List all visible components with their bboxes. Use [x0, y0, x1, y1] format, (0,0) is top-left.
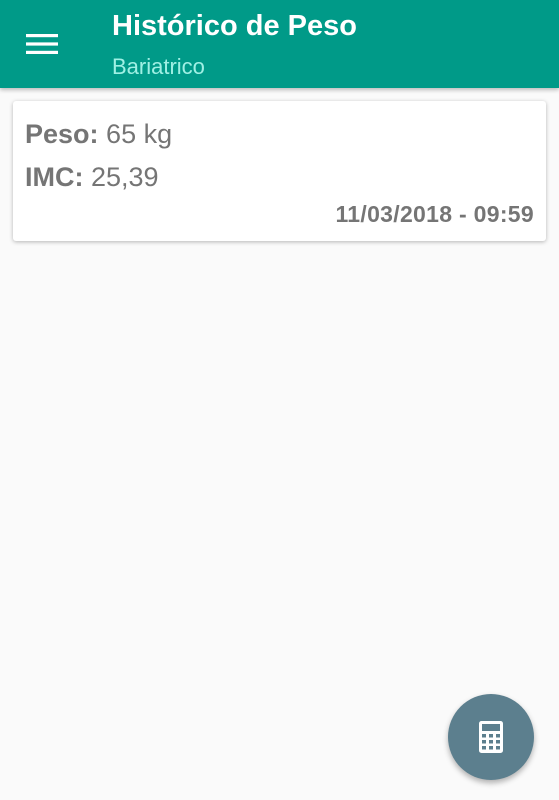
app-bar: Histórico de Peso Bariatrico: [0, 0, 559, 88]
bmi-label: IMC:: [25, 162, 84, 192]
page-title: Histórico de Peso: [112, 10, 357, 42]
bmi-row: IMC: 25,39: [25, 162, 159, 193]
calculator-fab-button[interactable]: [448, 694, 534, 780]
weight-label: Peso:: [25, 119, 99, 149]
weight-row: Peso: 65 kg: [25, 119, 172, 150]
calculator-icon: [479, 721, 503, 753]
weight-entry-card[interactable]: Peso: 65 kg IMC: 25,39 11/03/2018 - 09:5…: [13, 101, 546, 241]
bmi-value: 25,39: [91, 162, 159, 192]
entry-datetime: 11/03/2018 - 09:59: [335, 201, 534, 227]
menu-button[interactable]: [14, 22, 70, 66]
page-subtitle: Bariatrico: [112, 54, 205, 79]
weight-value: 65 kg: [106, 119, 173, 149]
hamburger-menu-icon: [26, 34, 58, 54]
